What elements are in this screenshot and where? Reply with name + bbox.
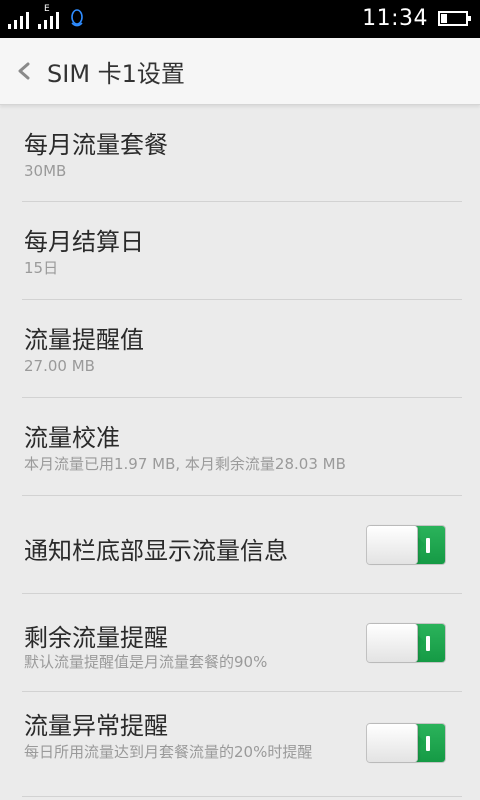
setting-description: 每日所用流量达到月套餐流量的20%时提醒 — [24, 743, 313, 761]
chevron-left-icon[interactable] — [12, 56, 34, 86]
remaining-alert-toggle[interactable] — [366, 623, 446, 663]
setting-title: 每月流量套餐 — [24, 131, 168, 159]
setting-title: 每月结算日 — [24, 228, 144, 256]
setting-description: 默认流量提醒值是月流量套餐的90% — [24, 653, 268, 671]
setting-title: 剩余流量提醒 — [24, 624, 168, 652]
network-type-label: E — [44, 4, 50, 14]
settings-list: 每月流量套餐 30MB 每月结算日 15日 流量提醒值 27.00 MB 流量校… — [0, 105, 480, 797]
setting-show-in-notification[interactable]: 通知栏底部显示流量信息 — [22, 496, 462, 594]
battery-icon — [438, 11, 471, 26]
setting-title: 流量校准 — [24, 424, 120, 452]
status-bar: E 11:34 — [0, 0, 480, 38]
setting-remaining-alert[interactable]: 剩余流量提醒 默认流量提醒值是月流量套餐的90% — [22, 594, 462, 692]
signal-icon — [8, 9, 34, 29]
setting-calibration[interactable]: 流量校准 本月流量已用1.97 MB, 本月剩余流量28.03 MB — [22, 398, 462, 496]
setting-value: 30MB — [24, 162, 67, 180]
qq-penguin-icon — [71, 9, 83, 27]
title-bar: SIM 卡1设置 — [0, 38, 480, 105]
signal-icon-sim2 — [38, 9, 64, 29]
setting-alert-threshold[interactable]: 流量提醒值 27.00 MB — [22, 300, 462, 398]
clock: 11:34 — [362, 6, 428, 31]
notification-toggle[interactable] — [366, 525, 446, 565]
setting-value: 本月流量已用1.97 MB, 本月剩余流量28.03 MB — [24, 455, 346, 473]
setting-abnormal-alert[interactable]: 流量异常提醒 每日所用流量达到月套餐流量的20%时提醒 — [22, 692, 462, 797]
page-title: SIM 卡1设置 — [47, 60, 185, 88]
setting-title: 通知栏底部显示流量信息 — [24, 537, 288, 565]
setting-title: 流量异常提醒 — [24, 712, 168, 740]
setting-title: 流量提醒值 — [24, 326, 144, 354]
abnormal-alert-toggle[interactable] — [366, 723, 446, 763]
setting-monthly-plan[interactable]: 每月流量套餐 30MB — [22, 105, 462, 202]
setting-value: 27.00 MB — [24, 357, 95, 375]
setting-billing-day[interactable]: 每月结算日 15日 — [22, 202, 462, 300]
setting-value: 15日 — [24, 259, 59, 277]
